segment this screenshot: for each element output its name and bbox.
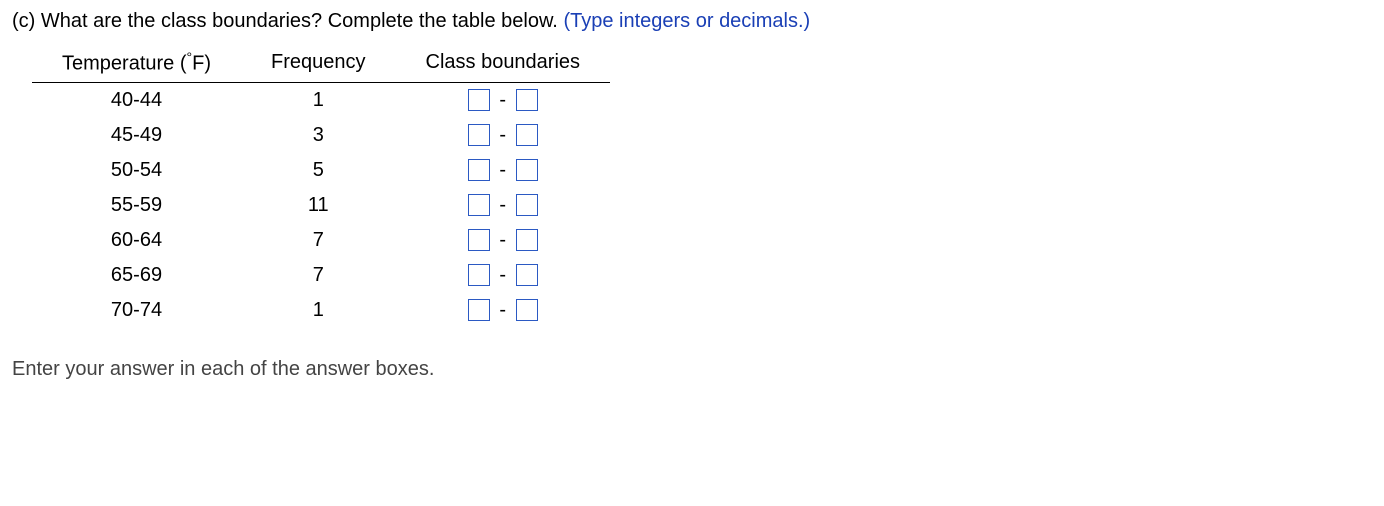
- boundary-separator: -: [499, 159, 506, 182]
- cell-range: 50-54: [32, 153, 241, 188]
- cell-boundary: -: [396, 82, 611, 118]
- cell-boundary: -: [396, 223, 611, 258]
- cell-frequency: 7: [241, 258, 396, 293]
- boundary-lower-input[interactable]: [468, 264, 490, 286]
- frequency-table: Temperature (°F) Frequency Class boundar…: [32, 45, 610, 328]
- cell-range: 45-49: [32, 118, 241, 153]
- boundary-upper-input[interactable]: [516, 159, 538, 181]
- cell-boundary: -: [396, 258, 611, 293]
- boundary-upper-input[interactable]: [516, 299, 538, 321]
- boundary-lower-input[interactable]: [468, 229, 490, 251]
- cell-frequency: 5: [241, 153, 396, 188]
- table-row: 60-64 7 -: [32, 223, 610, 258]
- cell-range: 40-44: [32, 82, 241, 118]
- question-prompt: (c) What are the class boundaries? Compl…: [12, 10, 1372, 33]
- header-frequency: Frequency: [241, 45, 396, 82]
- cell-frequency: 3: [241, 118, 396, 153]
- footer-instruction: Enter your answer in each of the answer …: [12, 358, 1372, 381]
- boundary-upper-input[interactable]: [516, 194, 538, 216]
- boundary-separator: -: [499, 229, 506, 252]
- header-temperature-label: Temperature (: [62, 53, 187, 75]
- boundary-separator: -: [499, 124, 506, 147]
- boundary-lower-input[interactable]: [468, 159, 490, 181]
- boundary-separator: -: [499, 89, 506, 112]
- table-row: 40-44 1 -: [32, 82, 610, 118]
- cell-frequency: 1: [241, 293, 396, 328]
- table-row: 50-54 5 -: [32, 153, 610, 188]
- cell-range: 70-74: [32, 293, 241, 328]
- question-text: What are the class boundaries? Complete …: [41, 10, 558, 32]
- part-label: (c): [12, 10, 35, 32]
- cell-frequency: 11: [241, 188, 396, 223]
- cell-range: 60-64: [32, 223, 241, 258]
- boundary-lower-input[interactable]: [468, 124, 490, 146]
- header-temperature: Temperature (°F): [32, 45, 241, 82]
- boundary-separator: -: [499, 194, 506, 217]
- boundary-lower-input[interactable]: [468, 299, 490, 321]
- cell-frequency: 1: [241, 82, 396, 118]
- boundary-separator: -: [499, 264, 506, 287]
- boundary-upper-input[interactable]: [516, 229, 538, 251]
- table-row: 70-74 1 -: [32, 293, 610, 328]
- table-row: 45-49 3 -: [32, 118, 610, 153]
- boundary-upper-input[interactable]: [516, 264, 538, 286]
- boundary-lower-input[interactable]: [468, 194, 490, 216]
- boundary-upper-input[interactable]: [516, 89, 538, 111]
- header-class-boundaries: Class boundaries: [396, 45, 611, 82]
- cell-range: 55-59: [32, 188, 241, 223]
- cell-boundary: -: [396, 118, 611, 153]
- boundary-upper-input[interactable]: [516, 124, 538, 146]
- boundary-separator: -: [499, 299, 506, 322]
- cell-boundary: -: [396, 153, 611, 188]
- boundary-lower-input[interactable]: [468, 89, 490, 111]
- question-hint: (Type integers or decimals.): [563, 10, 810, 32]
- header-temperature-unit: F): [192, 53, 211, 75]
- cell-range: 65-69: [32, 258, 241, 293]
- cell-boundary: -: [396, 188, 611, 223]
- cell-boundary: -: [396, 293, 611, 328]
- cell-frequency: 7: [241, 223, 396, 258]
- table-row: 55-59 11 -: [32, 188, 610, 223]
- table-row: 65-69 7 -: [32, 258, 610, 293]
